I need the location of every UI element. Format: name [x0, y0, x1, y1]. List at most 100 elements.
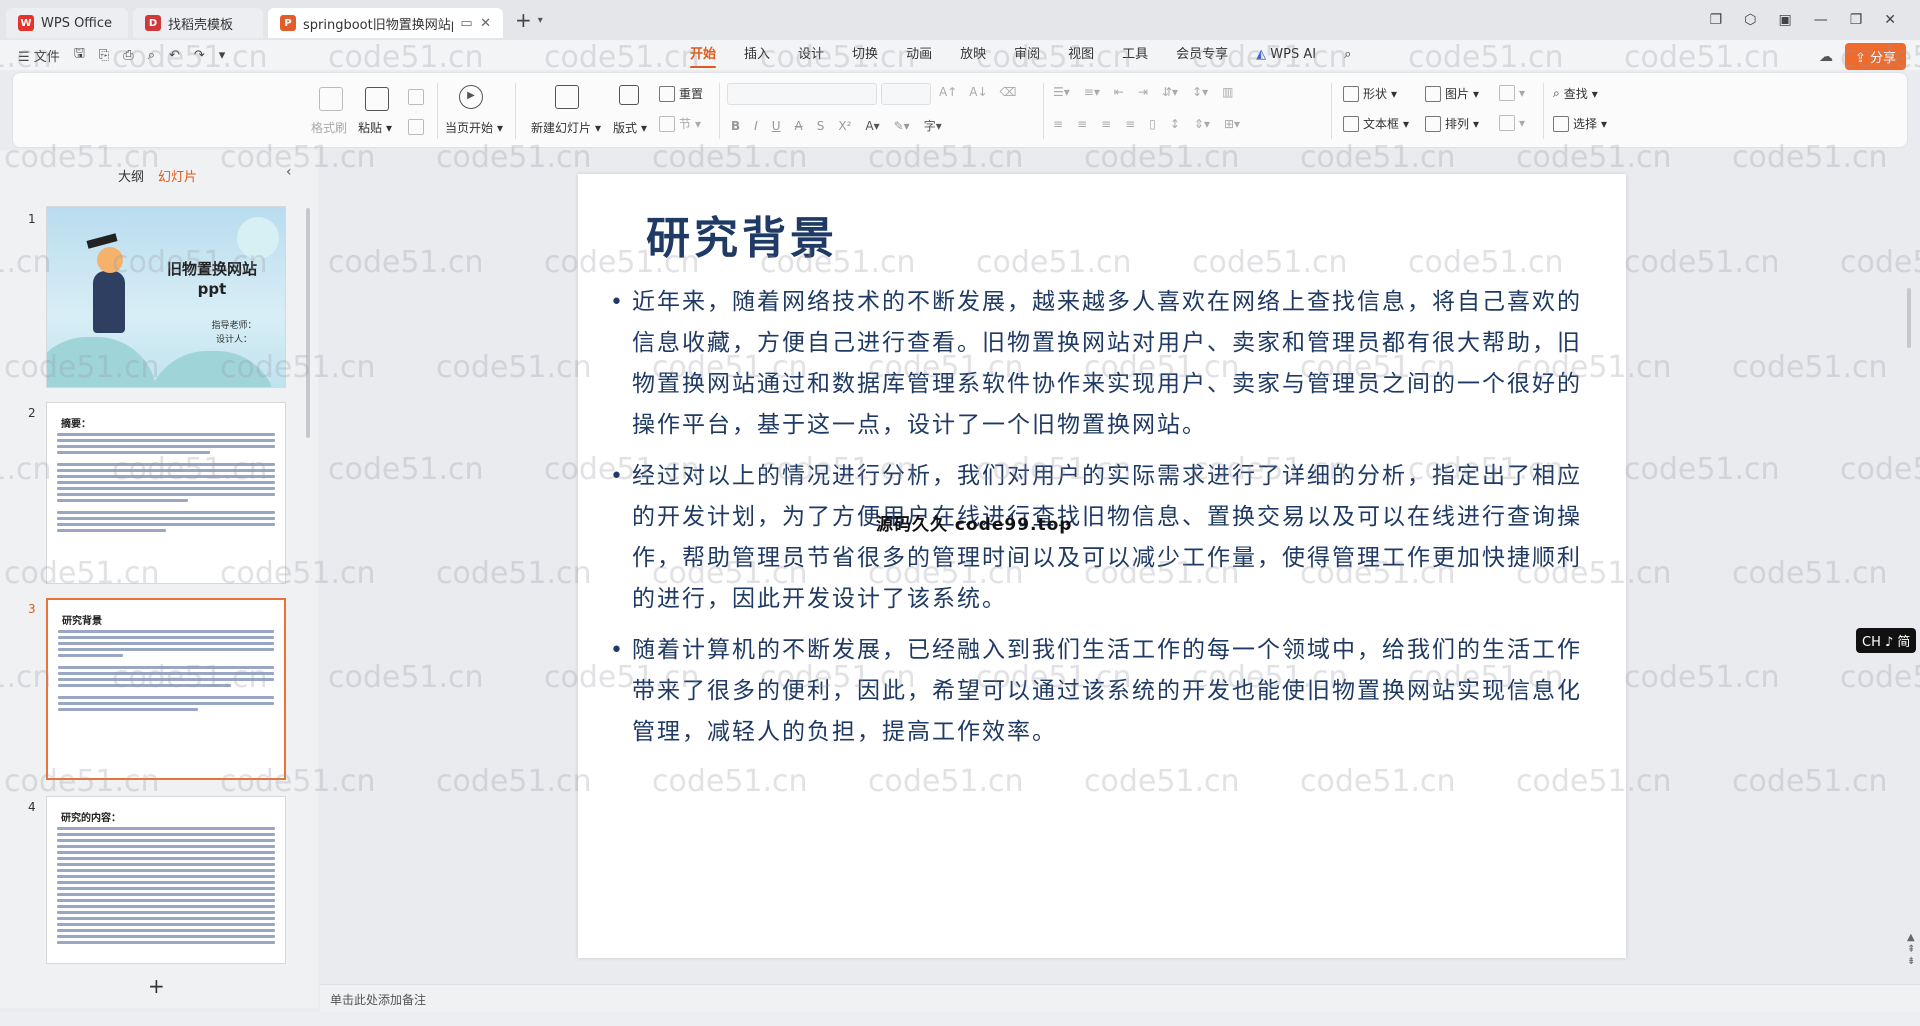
slide-title[interactable]: 研究背景 [646, 202, 838, 266]
tab-review[interactable]: 审阅 [1000, 40, 1054, 70]
save-icon[interactable]: 🖫 [74, 44, 85, 66]
text-direction-icon[interactable]: ⇵▾ [1162, 85, 1178, 99]
paragraph-spacing-icon[interactable]: ⇕▾ [1194, 117, 1210, 131]
current-slide[interactable]: 研究背景 近年来，随着网络技术的不断发展，越来越多人喜欢在网络上查找信息，将自己… [578, 174, 1626, 958]
chevron-down-icon[interactable]: ▾ [538, 15, 543, 26]
indent-icon[interactable]: ⇥ [1138, 85, 1148, 99]
redo-icon[interactable]: ↷ [194, 48, 205, 63]
picture-button[interactable]: 图片 ▾ [1425, 85, 1479, 102]
slide-body[interactable]: 近年来，随着网络技术的不断发展，越来越多人喜欢在网络上查找信息，将自己喜欢的信息… [610, 282, 1590, 763]
chevron-down-icon[interactable]: ▾ [219, 48, 226, 63]
new-tab-icon[interactable]: + [515, 8, 532, 32]
font-family-select[interactable] [727, 83, 877, 105]
distribute-icon[interactable]: ▯ [1149, 117, 1156, 131]
copy-icon[interactable] [408, 119, 424, 135]
textbox-button[interactable]: 文本框 ▾ [1343, 115, 1409, 132]
columns-icon[interactable]: ▥ [1222, 85, 1233, 99]
bold-icon[interactable]: B [731, 119, 740, 133]
tab-active-document[interactable]: P springboot旧物置换网站ppt ▭ ✕ [268, 8, 503, 38]
justify-icon[interactable]: ≡ [1125, 117, 1135, 131]
export-icon[interactable]: ⎘ [99, 48, 109, 63]
section-button[interactable]: 节 ▾ [659, 115, 701, 132]
tab-wps-office[interactable]: W WPS Office [6, 8, 128, 38]
bullet-list-icon[interactable]: ☰▾ [1053, 85, 1070, 99]
scroll-up-icon[interactable]: ▲ [1907, 932, 1915, 944]
strikethrough-icon[interactable]: A [795, 119, 803, 133]
share-button[interactable]: ⇪ 分享 [1844, 43, 1906, 70]
notes-pane[interactable]: 单击此处添加备注 [320, 984, 1920, 1012]
tab-insert[interactable]: 插入 [730, 40, 784, 70]
cloud-upload-icon[interactable]: ☁ [1819, 49, 1833, 65]
play-from-current-button[interactable]: 当页开始 ▾ [445, 119, 503, 136]
find-button[interactable]: ⌕ 查找 ▾ [1553, 85, 1598, 102]
tab-view[interactable]: 视图 [1054, 40, 1108, 70]
font-color-icon[interactable]: A▾ [865, 119, 879, 133]
tab-transition[interactable]: 切换 [838, 40, 892, 70]
window-icon[interactable]: ▭ [460, 16, 472, 31]
cut-icon[interactable] [408, 89, 424, 105]
minimize-icon[interactable]: — [1814, 12, 1828, 28]
outdent-icon[interactable]: ⇤ [1114, 85, 1124, 99]
slide-thumbnail-1[interactable]: 旧物置换网站ppt 指导老师： 设计人： [46, 206, 286, 388]
layout-button[interactable]: 版式 ▾ [613, 119, 647, 136]
sort-icon[interactable]: ↕▾ [1192, 85, 1208, 99]
add-slide-icon[interactable]: + [148, 974, 165, 998]
format-painter-button[interactable]: 格式刷 [311, 119, 347, 136]
print-preview-icon[interactable]: ⌕ [148, 48, 155, 63]
panel-scrollbar[interactable] [306, 208, 310, 438]
tab-outline[interactable]: 大纲 [118, 166, 144, 185]
font-size-select[interactable] [881, 83, 931, 105]
canvas-scrollbar[interactable] [1907, 288, 1911, 348]
reset-button[interactable]: 重置 [659, 85, 703, 102]
slide-thumbnail-3[interactable]: 研究背景 [46, 598, 286, 780]
tab-design[interactable]: 设计 [784, 40, 838, 70]
numbered-list-icon[interactable]: ≡▾ [1084, 85, 1100, 99]
close-tab-icon[interactable]: ✕ [480, 16, 491, 31]
tab-animation[interactable]: 动画 [892, 40, 946, 70]
superscript-icon[interactable]: X² [838, 119, 851, 133]
align-center-icon[interactable]: ≡ [1077, 117, 1087, 131]
avatar[interactable]: ▣ [1778, 12, 1791, 28]
tab-tools[interactable]: 工具 [1108, 40, 1162, 70]
fill-button[interactable]: ▾ [1499, 85, 1525, 101]
select-button[interactable]: 选择 ▾ [1553, 115, 1607, 132]
tab-slides[interactable]: 幻灯片 [158, 166, 197, 185]
collapse-panel-icon[interactable]: ‹ [286, 164, 292, 180]
align-right-icon[interactable]: ≡ [1101, 117, 1111, 131]
highlight-icon[interactable]: ✎▾ [894, 119, 910, 133]
tab-templates[interactable]: D 找稻壳模板 [133, 8, 263, 38]
outline-button[interactable]: ▾ [1499, 115, 1525, 131]
search-icon[interactable]: ⌕ [1330, 40, 1365, 70]
underline-icon[interactable]: U [772, 119, 781, 133]
tab-slideshow[interactable]: 放映 [946, 40, 1000, 70]
tab-member[interactable]: 会员专享 [1162, 40, 1242, 70]
arrange-button[interactable]: 排列 ▾ [1425, 115, 1479, 132]
tab-home[interactable]: 开始 [676, 40, 730, 70]
close-icon[interactable]: ✕ [1884, 12, 1896, 28]
wps-ai-button[interactable]: ◭ WPS AI [1242, 40, 1330, 70]
ime-indicator[interactable]: CH ♪ 简 [1856, 628, 1917, 653]
next-page-icon[interactable]: ⇟ [1907, 956, 1915, 968]
increase-font-icon[interactable]: A↑ [939, 85, 957, 99]
slide-thumbnail-2[interactable]: 摘要： [46, 402, 286, 584]
char-spacing-icon[interactable]: 字▾ [924, 117, 942, 134]
decrease-font-icon[interactable]: A↓ [969, 85, 987, 99]
clear-format-icon[interactable]: ⌫ [1000, 85, 1017, 99]
paste-button[interactable]: 粘贴 ▾ [358, 119, 392, 136]
file-menu[interactable]: ☰ 文件 [18, 46, 60, 65]
align-left-icon[interactable]: ≡ [1053, 117, 1063, 131]
shape-button[interactable]: 形状 ▾ [1343, 85, 1397, 102]
undo-icon[interactable]: ↶ [169, 48, 180, 63]
restore-icon[interactable]: ❐ [1850, 12, 1863, 28]
slide-thumbnail-4[interactable]: 研究的内容： [46, 796, 286, 964]
new-slide-button[interactable]: 新建幻灯片 ▾ [531, 119, 601, 136]
layout-icon[interactable]: ❐ [1710, 12, 1723, 28]
print-icon[interactable]: ⎙ [123, 48, 133, 63]
prev-page-icon[interactable]: ⇞ [1907, 944, 1915, 956]
line-spacing-icon[interactable]: ↕ [1170, 117, 1180, 131]
smart-graphic-icon[interactable]: ⊞▾ [1224, 117, 1240, 131]
shadow-icon[interactable]: S [817, 119, 825, 133]
italic-icon[interactable]: I [754, 119, 758, 133]
arrange-icon [1425, 115, 1441, 132]
cube-icon[interactable]: ⬡ [1744, 12, 1756, 28]
